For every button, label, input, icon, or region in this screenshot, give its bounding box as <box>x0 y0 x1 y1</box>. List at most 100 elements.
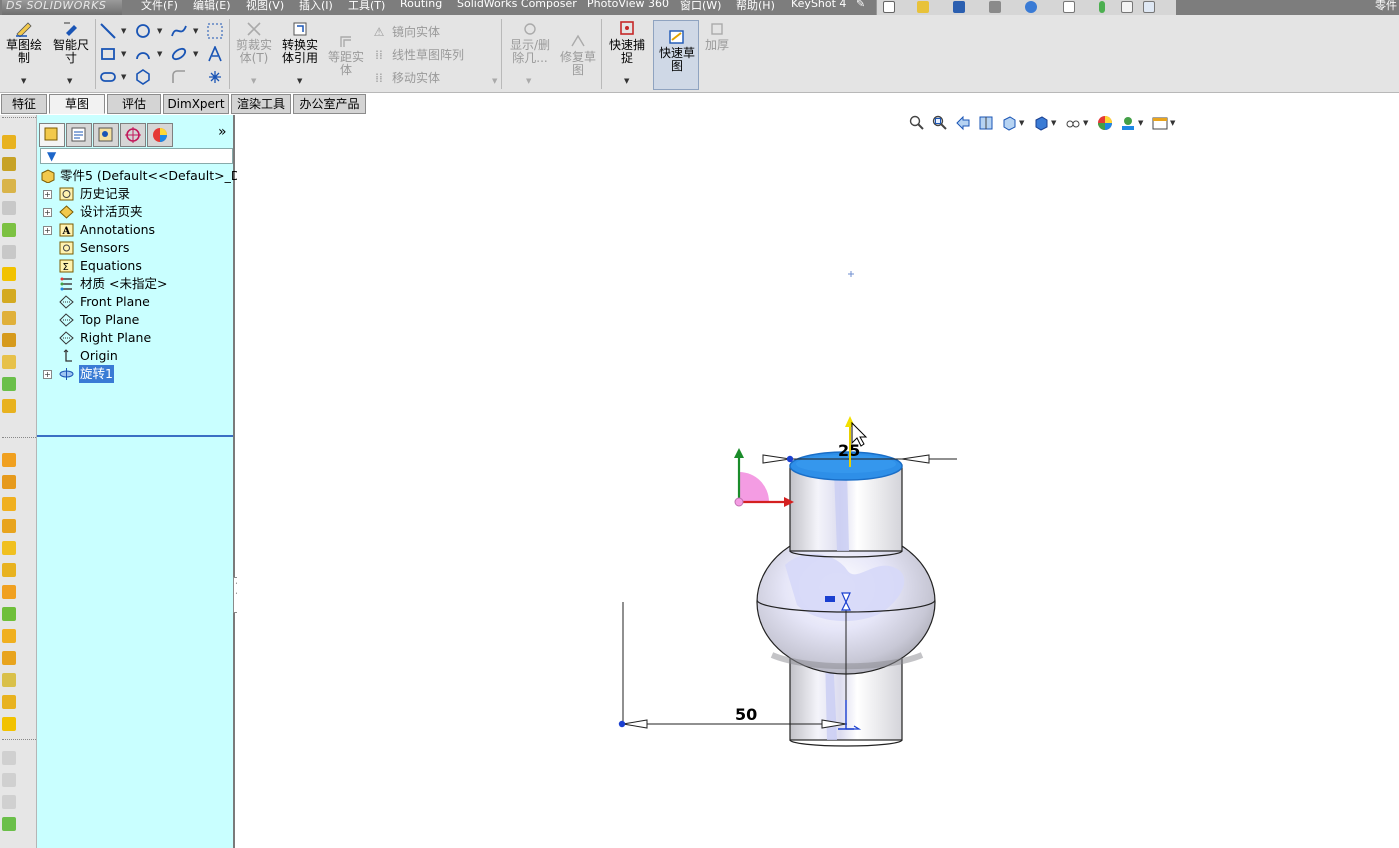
menu-photoview[interactable]: PhotoView 360 <box>587 0 669 10</box>
thicken-button[interactable]: 加厚 <box>703 21 731 52</box>
tab-dimxpert[interactable]: DimXpert <box>163 94 229 114</box>
spline-icon[interactable] <box>171 23 187 39</box>
surface-sweep-icon[interactable] <box>2 497 16 511</box>
expand-toggle[interactable]: + <box>43 226 52 235</box>
surface-loft-icon[interactable] <box>2 519 16 533</box>
offset-entities-button[interactable]: 等距实 体 <box>325 33 367 77</box>
tab-features[interactable]: 特征 <box>1 94 47 114</box>
view-settings-icon[interactable] <box>1152 115 1168 131</box>
chevron-down-icon[interactable]: ▼ <box>1170 119 1175 127</box>
hide-show-items-icon[interactable] <box>1065 115 1081 131</box>
loft-icon[interactable] <box>2 201 16 215</box>
cut-icon[interactable] <box>2 245 16 259</box>
options-icon[interactable] <box>1143 1 1155 13</box>
chevron-down-icon[interactable]: ▼ <box>121 73 126 81</box>
display-style-icon[interactable] <box>1033 115 1049 131</box>
expand-toggle[interactable]: + <box>43 208 52 217</box>
filter-input[interactable]: ▼ <box>40 148 233 164</box>
edit-appearance-icon[interactable] <box>1097 115 1113 131</box>
displaymanager-tab[interactable] <box>147 123 173 147</box>
revolve-icon[interactable] <box>2 157 16 171</box>
chevron-down-icon[interactable]: ▼ <box>157 27 162 35</box>
undo-icon[interactable] <box>1025 1 1037 13</box>
chevron-down-icon[interactable]: ▼ <box>624 77 629 85</box>
arc-icon[interactable] <box>135 46 151 62</box>
tree-item-annotations[interactable]: + A Annotations <box>37 221 233 239</box>
file-properties-icon[interactable] <box>1121 1 1133 13</box>
trim-entities-button[interactable]: 剪裁实 体(T) <box>233 21 275 65</box>
pin-icon[interactable]: ✎ <box>856 0 865 10</box>
configurationmanager-tab[interactable] <box>93 123 119 147</box>
polygon-icon[interactable] <box>135 69 151 85</box>
text-icon[interactable] <box>207 46 223 62</box>
end-cap-icon[interactable] <box>2 817 16 831</box>
chevron-down-icon[interactable]: ▼ <box>251 77 256 85</box>
zoom-to-area-icon[interactable] <box>932 115 948 131</box>
offset-surface-icon[interactable] <box>2 541 16 555</box>
tree-item-sensors[interactable]: Sensors <box>37 239 233 257</box>
tree-item-history[interactable]: + 历史记录 <box>37 185 233 203</box>
trim-surface-icon[interactable] <box>2 629 16 643</box>
expand-toggle[interactable]: + <box>43 370 52 379</box>
ellipse-icon[interactable] <box>171 46 187 62</box>
open-folder-icon[interactable] <box>917 1 929 13</box>
sketch-button[interactable]: 草图绘 制 <box>6 21 42 65</box>
menu-tools[interactable]: 工具(T) <box>348 0 385 13</box>
chevron-down-icon[interactable]: ▼ <box>21 77 26 85</box>
menu-window[interactable]: 窗口(W) <box>680 0 721 13</box>
propertymanager-tab[interactable] <box>66 123 92 147</box>
menu-edit[interactable]: 编辑(E) <box>193 0 231 13</box>
menu-routing[interactable]: Routing <box>400 0 442 10</box>
weldment-icon[interactable] <box>2 751 16 765</box>
chevron-down-icon[interactable]: ▼ <box>526 77 531 85</box>
top-cylinder[interactable] <box>789 451 903 558</box>
zoom-to-fit-icon[interactable] <box>909 115 925 131</box>
dimxpertmanager-tab[interactable] <box>120 123 146 147</box>
fillet-icon[interactable] <box>2 267 16 281</box>
tree-item-design-binder[interactable]: + 设计活页夹 <box>37 203 233 221</box>
expand-toggle[interactable]: + <box>43 190 52 199</box>
chevron-down-icon[interactable]: ▼ <box>1138 119 1143 127</box>
tree-root-part[interactable]: 零件5 (Default<<Default>_Dis <box>37 167 250 185</box>
chevron-down-icon[interactable]: ▼ <box>193 27 198 35</box>
dimension-value-50[interactable]: 50 <box>735 705 757 724</box>
chevron-down-icon[interactable]: ▼ <box>297 77 302 85</box>
horizontal-relation-icon[interactable] <box>825 596 835 602</box>
surface-extrude-icon[interactable] <box>2 453 16 467</box>
tab-evaluate[interactable]: 评估 <box>107 94 161 114</box>
surface-revolve-icon[interactable] <box>2 475 16 489</box>
grid-icon[interactable] <box>207 23 223 39</box>
menu-insert[interactable]: 插入(I) <box>299 0 333 13</box>
tree-item-revolve1[interactable]: + 旋转1 <box>37 365 233 383</box>
more-tabs-button[interactable]: » <box>218 124 227 140</box>
structural-member-icon[interactable] <box>2 773 16 787</box>
menu-help[interactable]: 帮助(H) <box>736 0 775 13</box>
fillet-icon[interactable] <box>171 69 187 85</box>
smart-dimension-button[interactable]: 智能尺 寸 <box>50 21 92 65</box>
tab-office-products[interactable]: 办公室产品 <box>293 94 366 114</box>
menu-composer[interactable]: SolidWorks Composer <box>457 0 577 10</box>
save-icon[interactable] <box>953 1 965 13</box>
rebuild-icon[interactable] <box>1099 1 1105 13</box>
chevron-down-icon[interactable]: ▼ <box>121 50 126 58</box>
chevron-down-icon[interactable]: ▼ <box>157 50 162 58</box>
fill-surface-icon[interactable] <box>2 585 16 599</box>
slot-icon[interactable] <box>100 69 116 85</box>
tree-item-material[interactable]: 材质 <未指定> <box>37 275 233 293</box>
rollback-bar[interactable] <box>37 435 233 437</box>
mirror-feature-icon[interactable] <box>2 399 16 413</box>
move-entities-button[interactable]: ⁞⁞ 移动实体 <box>372 69 440 86</box>
thicken-surface-icon[interactable] <box>2 673 16 687</box>
tree-item-origin[interactable]: Origin <box>37 347 233 365</box>
line-icon[interactable] <box>100 23 116 39</box>
linear-pattern-button[interactable]: ⁞⁞ 线性草图阵列 <box>372 46 464 63</box>
tree-item-front-plane[interactable]: Front Plane <box>37 293 233 311</box>
chevron-down-icon[interactable]: ▼ <box>121 27 126 35</box>
chevron-down-icon[interactable]: ▼ <box>67 77 72 85</box>
repair-sketch-button[interactable]: 修复草 图 <box>557 33 599 77</box>
boundary-icon[interactable] <box>2 223 16 237</box>
rectangle-icon[interactable] <box>100 46 116 62</box>
sweep-icon[interactable] <box>2 179 16 193</box>
display-delete-relations-button[interactable]: 显示/删 除几... <box>506 21 554 65</box>
gusset-icon[interactable] <box>2 795 16 809</box>
